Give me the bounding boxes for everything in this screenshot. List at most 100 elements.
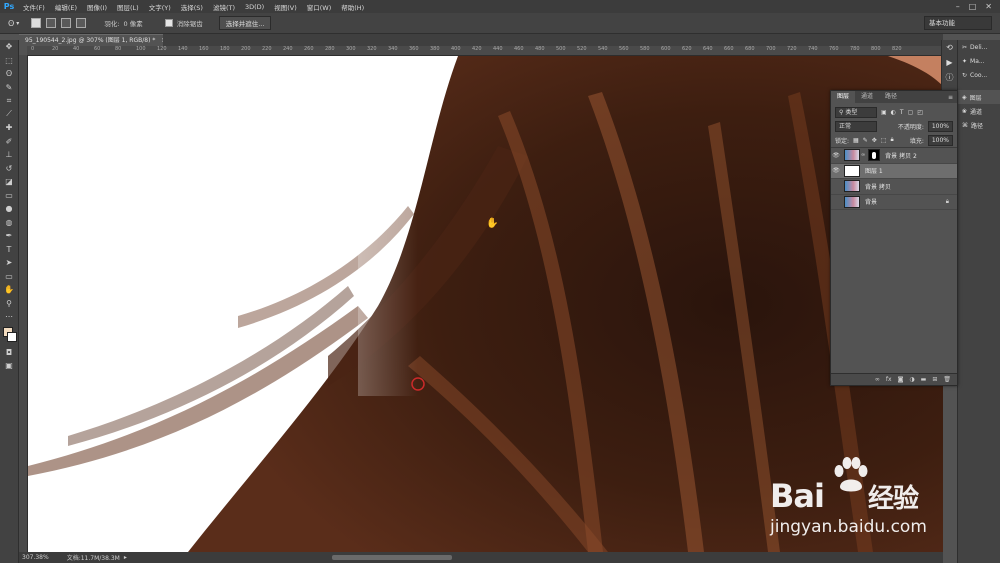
history-panel-icon[interactable]: ⟲	[942, 40, 957, 55]
healing-tool-icon[interactable]: ✚	[0, 121, 18, 135]
new-layer-icon[interactable]: ⊞	[932, 376, 937, 383]
history-brush-tool-icon[interactable]: ↺	[0, 162, 18, 176]
menu-help[interactable]: 帮助(H)	[336, 2, 369, 12]
antialias-checkbox[interactable]	[164, 19, 173, 27]
properties-panel-icon[interactable]: ⓘ	[942, 70, 957, 85]
feather-input[interactable]: 0 像素	[124, 18, 143, 28]
filter-adjust-icon[interactable]: ◐	[891, 109, 896, 116]
opacity-input[interactable]: 100%	[927, 120, 953, 132]
layer-name[interactable]: 背景 拷贝	[865, 182, 891, 191]
lock-paint-icon[interactable]: ✎	[863, 137, 868, 144]
pen-tool-icon[interactable]: ✒	[0, 229, 18, 243]
chevron-down-icon[interactable]: ▾	[16, 20, 19, 27]
fill-input[interactable]: 100%	[927, 134, 953, 146]
blur-tool-icon[interactable]: ●	[0, 202, 18, 216]
document-title: 95_190544_2.jpg @ 307% (图层 1, RGB/8) *	[25, 37, 156, 44]
filter-smart-icon[interactable]: ◰	[917, 109, 923, 116]
hand-tool-icon[interactable]: ✋	[0, 283, 18, 297]
adjustment-layer-icon[interactable]: ◑	[909, 376, 914, 383]
menu-window[interactable]: 窗口(W)	[302, 2, 337, 12]
fx-icon[interactable]: fx	[886, 376, 892, 383]
filter-type-icon[interactable]: T	[900, 109, 904, 116]
close-icon[interactable]: ✕	[985, 2, 992, 11]
document-info[interactable]: 文档:11.7M/38.3M	[67, 553, 120, 562]
link-layers-icon[interactable]: ∞	[875, 376, 880, 383]
filter-shape-icon[interactable]: ▢	[908, 109, 914, 116]
brush-tool-icon[interactable]: ✐	[0, 135, 18, 149]
menu-image[interactable]: 图像(I)	[82, 2, 112, 12]
lock-artboard-icon[interactable]: ⬚	[881, 137, 887, 144]
workspace-select[interactable]: 基本功能	[924, 16, 992, 30]
minimize-icon[interactable]: –	[956, 2, 960, 11]
type-tool-icon[interactable]: T	[0, 243, 18, 257]
lasso-icon[interactable]: ʘ	[8, 19, 14, 28]
marquee-tool-icon[interactable]: ⬚	[0, 54, 18, 68]
menu-type[interactable]: 文字(Y)	[144, 2, 176, 12]
menu-3d[interactable]: 3D(D)	[240, 3, 269, 11]
layer-name[interactable]: 背景	[865, 197, 877, 206]
filter-pixel-icon[interactable]: ▣	[881, 109, 887, 116]
menu-layer[interactable]: 图层(L)	[112, 2, 144, 12]
menu-file[interactable]: 文件(F)	[18, 2, 50, 12]
layer-row[interactable]: 背景 🔒︎	[831, 195, 957, 210]
layer-row[interactable]: 背景 拷贝	[831, 179, 957, 195]
zoom-tool-icon[interactable]: ⚲	[0, 297, 18, 311]
lock-all-icon[interactable]: 🔒︎	[890, 136, 893, 144]
menu-edit[interactable]: 编辑(E)	[50, 2, 82, 12]
dodge-tool-icon[interactable]: ◍	[0, 216, 18, 230]
layer-mask-thumbnail[interactable]	[868, 149, 881, 162]
blend-mode-select[interactable]: 正常	[835, 120, 877, 132]
trash-icon[interactable]: 🗑︎	[943, 376, 951, 383]
select-and-mask-button[interactable]: 选择并遮住...	[218, 16, 272, 30]
layer-name[interactable]: 图层 1	[865, 166, 883, 175]
new-selection-icon[interactable]	[31, 18, 42, 28]
ruler-tick-label: 820	[892, 46, 902, 52]
lock-move-icon[interactable]: ✥	[872, 137, 877, 144]
add-mask-icon[interactable]: ◙	[898, 376, 904, 383]
eye-icon[interactable]: 👁︎	[831, 167, 841, 174]
layer-row[interactable]: 👁︎ ∞ 背景 拷贝 2	[831, 148, 957, 164]
quick-mask-icon[interactable]: ◘	[0, 346, 18, 360]
dock-item-layers[interactable]: ◈ 图层	[958, 90, 1000, 104]
lock-pixels-icon[interactable]: ▦	[853, 137, 859, 144]
dock-item-magic[interactable]: ✦ Ma...	[958, 54, 1000, 68]
chevron-right-icon[interactable]: ▸	[124, 554, 127, 561]
zoom-level[interactable]: 307.38%	[22, 554, 49, 561]
color-swatches[interactable]	[0, 324, 18, 346]
stamp-tool-icon[interactable]: ⊥	[0, 148, 18, 162]
intersect-selection-icon[interactable]	[76, 18, 87, 28]
more-tools-icon[interactable]: ⋯	[0, 310, 18, 324]
shape-tool-icon[interactable]: ▭	[0, 270, 18, 284]
crop-tool-icon[interactable]: ⌗	[0, 94, 18, 108]
layer-row[interactable]: 👁︎ 图层 1	[831, 163, 957, 179]
background-color-swatch[interactable]	[7, 331, 17, 342]
tab-channels[interactable]: 通道	[855, 91, 879, 103]
dock-item-paths[interactable]: ⌘ 路径	[958, 118, 1000, 132]
screen-mode-icon[interactable]: ▣	[0, 359, 18, 373]
path-select-tool-icon[interactable]: ➤	[0, 256, 18, 270]
new-group-icon[interactable]: ▬	[921, 376, 927, 383]
layer-filter-select[interactable]: ⚲ 类型	[835, 106, 877, 118]
eyedropper-tool-icon[interactable]: ⟋	[0, 108, 18, 122]
tab-paths[interactable]: 路径	[879, 91, 903, 103]
actions-play-icon[interactable]: ▶	[942, 55, 957, 70]
horizontal-scrollbar[interactable]	[331, 555, 452, 560]
panel-menu-icon[interactable]: ≡	[948, 94, 957, 101]
tab-layers[interactable]: 图层	[831, 91, 856, 103]
add-selection-icon[interactable]	[46, 18, 57, 28]
dock-item-cooler[interactable]: ↻ Coo...	[958, 68, 1000, 82]
menu-view[interactable]: 视图(V)	[269, 2, 302, 12]
dock-item-channels[interactable]: ❀ 通道	[958, 104, 1000, 118]
subtract-selection-icon[interactable]	[61, 18, 72, 28]
menu-select[interactable]: 选择(S)	[176, 2, 208, 12]
eye-icon[interactable]: 👁︎	[831, 152, 841, 159]
dock-item-delicious[interactable]: ✂ Deli...	[958, 40, 1000, 54]
maximize-icon[interactable]: □	[969, 2, 977, 11]
layer-name[interactable]: 背景 拷贝 2	[885, 151, 917, 160]
eraser-tool-icon[interactable]: ◪	[0, 175, 18, 189]
menu-filter[interactable]: 滤镜(T)	[208, 2, 240, 12]
gradient-tool-icon[interactable]: ▭	[0, 189, 18, 203]
move-tool-icon[interactable]: ✥	[0, 40, 18, 54]
quick-select-tool-icon[interactable]: ✎	[0, 81, 18, 95]
lasso-tool-icon[interactable]: ʘ	[0, 67, 18, 81]
